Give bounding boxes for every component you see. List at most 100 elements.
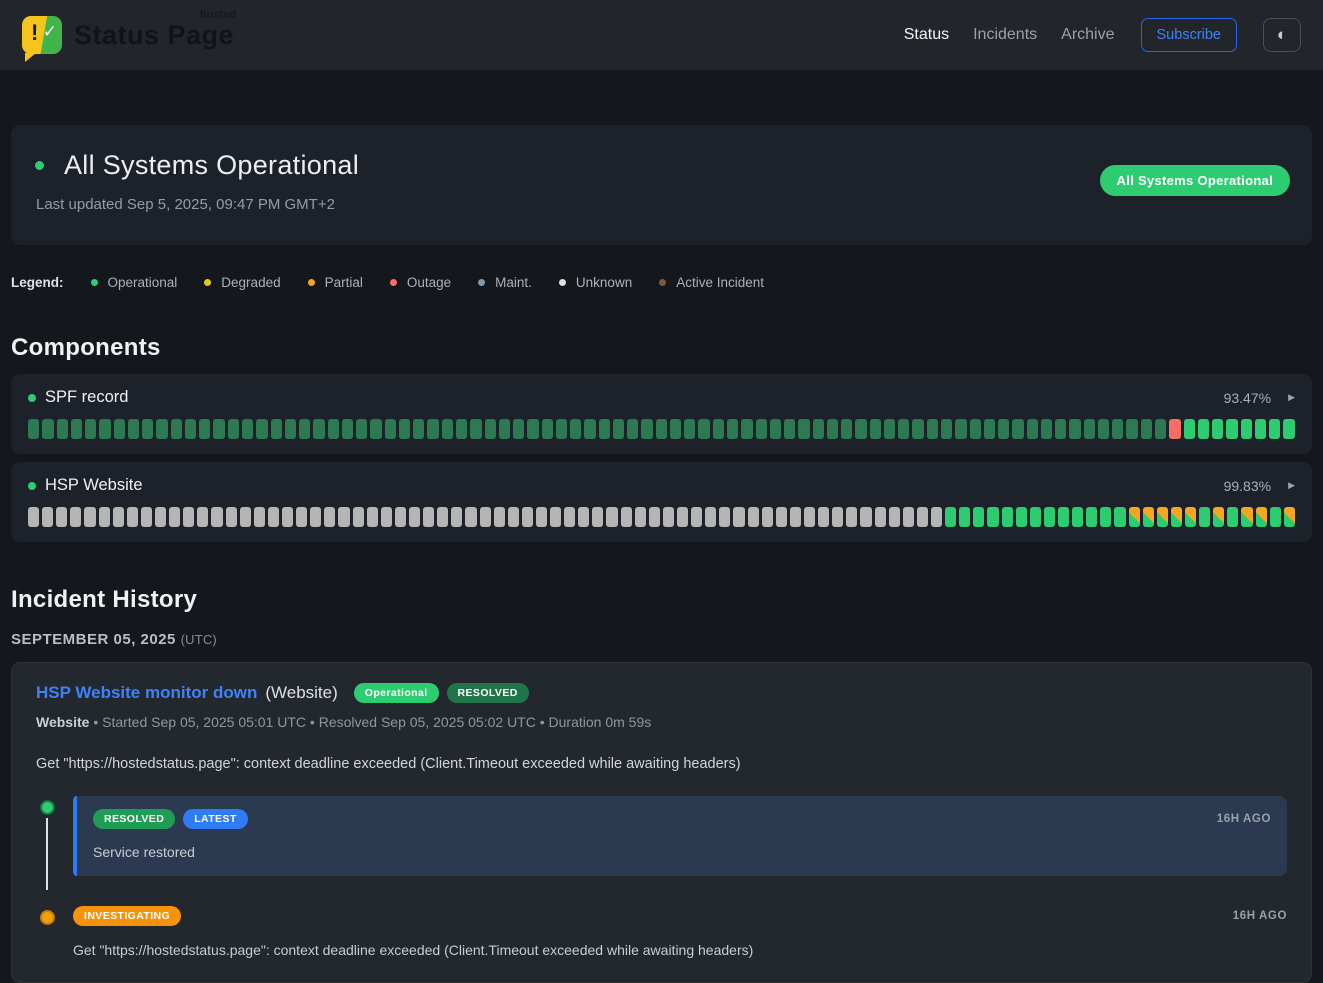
uptime-bar <box>1185 507 1196 527</box>
legend-item: Maint. <box>478 275 532 290</box>
uptime-bar <box>228 419 239 439</box>
component-header[interactable]: SPF record 93.47% ▶ <box>28 388 1295 407</box>
timeline-entry: RESOLVEDLATEST 16H AGO Service restored <box>36 796 1287 876</box>
uptime-bar <box>727 419 738 439</box>
uptime-bar <box>1016 507 1027 527</box>
uptime-bar <box>338 507 349 527</box>
timeline-badges: INVESTIGATING <box>73 906 181 926</box>
uptime-bar <box>399 419 410 439</box>
uptime-bar <box>485 419 496 439</box>
uptime-bar <box>285 419 296 439</box>
uptime-bar <box>912 419 923 439</box>
uptime-bar <box>499 419 510 439</box>
main-content: All Systems Operational Last updated Sep… <box>0 125 1323 983</box>
uptime-bar <box>28 419 39 439</box>
nav-item-status[interactable]: Status <box>904 26 949 44</box>
legend-status-dot <box>390 279 397 286</box>
uptime-bar <box>959 507 970 527</box>
uptime-bar <box>437 507 448 527</box>
incident-title-link[interactable]: HSP Website monitor down <box>36 683 257 703</box>
uptime-bar <box>798 419 809 439</box>
legend-item: Unknown <box>559 275 632 290</box>
nav-item-incidents[interactable]: Incidents <box>973 26 1037 44</box>
uptime-bar <box>776 507 787 527</box>
uptime-bar <box>480 507 491 527</box>
theme-toggle-button[interactable]: ◐ <box>1263 18 1301 52</box>
timeline-entry-body: INVESTIGATING 16H AGO Get "https://hoste… <box>73 906 1287 958</box>
uptime-bar <box>592 507 603 527</box>
uptime-bar <box>606 507 617 527</box>
uptime-bar <box>142 419 153 439</box>
uptime-bar <box>984 419 995 439</box>
uptime-bar <box>114 419 125 439</box>
uptime-bar <box>790 507 801 527</box>
uptime-bar <box>508 507 519 527</box>
uptime-bar <box>155 507 166 527</box>
uptime-bar <box>542 419 553 439</box>
uptime-bar <box>1283 419 1294 439</box>
uptime-bar <box>1269 419 1280 439</box>
expand-arrow-icon[interactable]: ▶ <box>1288 480 1295 491</box>
uptime-bar <box>1155 419 1166 439</box>
uptime-bar <box>127 507 138 527</box>
component-card: SPF record 93.47% ▶ <box>11 374 1312 454</box>
uptime-bar <box>1027 419 1038 439</box>
uptime-bar <box>1284 507 1295 527</box>
subscribe-button[interactable]: Subscribe <box>1141 18 1237 52</box>
uptime-bar <box>884 419 895 439</box>
status-badge-latest: LATEST <box>183 809 247 829</box>
uptime-bar <box>1041 419 1052 439</box>
timeline-dot <box>40 910 55 925</box>
uptime-bar <box>1256 507 1267 527</box>
uptime-bar <box>456 419 467 439</box>
nav-item-archive[interactable]: Archive <box>1061 26 1114 44</box>
uptime-bar <box>1184 419 1195 439</box>
uptime-bar <box>1114 507 1125 527</box>
uptime-bar <box>813 419 824 439</box>
timeline-timestamp: 16H AGO <box>1217 813 1271 825</box>
incident-card: HSP Website monitor down (Website) Opera… <box>11 662 1312 983</box>
uptime-bar <box>931 507 942 527</box>
uptime-bar <box>770 419 781 439</box>
uptime-bar <box>1058 507 1069 527</box>
uptime-bar <box>741 419 752 439</box>
exclamation-icon: ! <box>31 20 38 46</box>
logo[interactable]: ! ✓ hosted Status Page <box>22 16 234 54</box>
uptime-bar <box>71 419 82 439</box>
expand-arrow-icon[interactable]: ▶ <box>1288 392 1295 403</box>
uptime-bar <box>570 419 581 439</box>
uptime-bar <box>99 419 110 439</box>
uptime-bar <box>28 507 39 527</box>
status-badge-operational: Operational <box>354 683 439 703</box>
uptime-bar <box>213 419 224 439</box>
legend-status-dot <box>91 279 98 286</box>
uptime-bar <box>621 507 632 527</box>
uptime-bar <box>1126 419 1137 439</box>
incident-date-heading: SEPTEMBER 05, 2025 (UTC) <box>11 631 1312 648</box>
uptime-bar <box>855 419 866 439</box>
uptime-bar <box>409 507 420 527</box>
legend-status-dot <box>659 279 666 286</box>
uptime-bar <box>427 419 438 439</box>
uptime-bar <box>756 419 767 439</box>
timeline-message: Get "https://hostedstatus.page": context… <box>73 942 1287 958</box>
uptime-bar <box>1241 507 1252 527</box>
uptime-bar <box>784 419 795 439</box>
uptime-bar <box>748 507 759 527</box>
uptime-bar <box>99 507 110 527</box>
uptime-bar <box>684 419 695 439</box>
uptime-bar <box>641 419 652 439</box>
uptime-bar <box>413 419 424 439</box>
uptime-bar <box>903 507 914 527</box>
uptime-bar <box>1069 419 1080 439</box>
uptime-bar <box>1084 419 1095 439</box>
uptime-bar <box>998 419 1009 439</box>
uptime-bar <box>42 419 53 439</box>
component-header[interactable]: HSP Website 99.83% ▶ <box>28 476 1295 495</box>
uptime-bar <box>1199 507 1210 527</box>
uptime-bar <box>522 507 533 527</box>
uptime-bar <box>841 419 852 439</box>
uptime-bar <box>171 419 182 439</box>
header-right: Status Incidents Archive Subscribe ◐ <box>904 18 1301 52</box>
timeline-timestamp: 16H AGO <box>1233 910 1287 922</box>
